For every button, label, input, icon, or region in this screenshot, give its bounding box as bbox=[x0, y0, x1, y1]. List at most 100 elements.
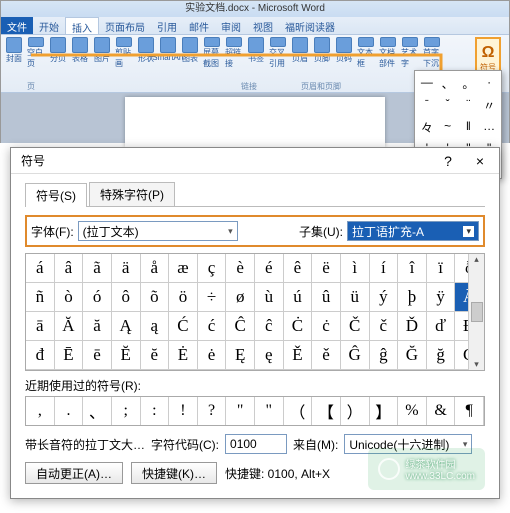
btn-picture[interactable]: 图片 bbox=[93, 37, 111, 69]
btn-clipart[interactable]: 剪贴画 bbox=[115, 37, 133, 69]
tab-insert[interactable]: 插入 bbox=[65, 17, 99, 34]
btn-pagenum[interactable]: 页码 bbox=[335, 37, 353, 69]
char-cell[interactable]: ï bbox=[427, 254, 456, 283]
char-cell[interactable]: č bbox=[370, 312, 399, 341]
char-cell[interactable]: ë bbox=[312, 254, 341, 283]
tab-mailings[interactable]: 邮件 bbox=[183, 17, 215, 34]
tab-symbols[interactable]: 符号(S) bbox=[25, 183, 87, 207]
recent-cell[interactable]: ¶ bbox=[455, 397, 484, 425]
recent-cell[interactable]: ） bbox=[341, 397, 370, 425]
btn-chart[interactable]: 图表 bbox=[181, 37, 199, 69]
char-cell[interactable]: ö bbox=[169, 283, 198, 312]
char-cell[interactable]: û bbox=[312, 283, 341, 312]
char-cell[interactable]: ě bbox=[312, 341, 341, 370]
tab-layout[interactable]: 页面布局 bbox=[99, 17, 151, 34]
recent-cell[interactable]: （ bbox=[284, 397, 313, 425]
tab-addin[interactable]: 福昕阅读器 bbox=[279, 17, 341, 34]
btn-crossref[interactable]: 交叉引用 bbox=[269, 37, 287, 69]
char-cell[interactable]: Ċ bbox=[284, 312, 313, 341]
font-dropdown[interactable]: (拉丁文本) ▾ bbox=[78, 221, 238, 241]
gallery-item[interactable]: 々 bbox=[417, 117, 437, 138]
char-cell[interactable]: Ğ bbox=[398, 341, 427, 370]
char-cell[interactable]: í bbox=[370, 254, 399, 283]
btn-smartart[interactable]: SmartArt bbox=[159, 37, 177, 69]
char-cell[interactable]: ā bbox=[26, 312, 55, 341]
char-cell[interactable]: î bbox=[398, 254, 427, 283]
tab-file[interactable]: 文件 bbox=[1, 17, 33, 34]
btn-quickparts[interactable]: 文档部件 bbox=[379, 37, 397, 69]
recent-cell[interactable]: " bbox=[255, 397, 284, 425]
char-cell[interactable]: ă bbox=[83, 312, 112, 341]
btn-dropcap[interactable]: 首字下沉 bbox=[423, 37, 441, 69]
char-cell[interactable]: ą bbox=[141, 312, 170, 341]
gallery-item[interactable]: — bbox=[417, 73, 437, 94]
char-cell[interactable]: Ă bbox=[55, 312, 84, 341]
char-cell[interactable]: ê bbox=[284, 254, 313, 283]
char-cell[interactable]: á bbox=[26, 254, 55, 283]
recent-cell[interactable]: . bbox=[55, 397, 84, 425]
char-cell[interactable]: þ bbox=[398, 283, 427, 312]
btn-header[interactable]: 页眉 bbox=[291, 37, 309, 69]
char-cell[interactable]: ÷ bbox=[198, 283, 227, 312]
gallery-item[interactable]: · bbox=[479, 73, 499, 94]
char-cell[interactable]: đ bbox=[26, 341, 55, 370]
gallery-item[interactable]: ‖ bbox=[459, 117, 479, 138]
char-cell[interactable]: ã bbox=[83, 254, 112, 283]
char-cell[interactable]: Ć bbox=[169, 312, 198, 341]
char-cell[interactable]: Ĕ bbox=[112, 341, 141, 370]
recent-cell[interactable]: , bbox=[26, 397, 55, 425]
btn-blank-page[interactable]: 空白页 bbox=[27, 37, 45, 69]
char-cell[interactable]: â bbox=[55, 254, 84, 283]
char-cell[interactable]: ò bbox=[55, 283, 84, 312]
subset-dropdown[interactable]: 拉丁语扩充-A ▾ bbox=[347, 221, 479, 241]
btn-hyperlink[interactable]: 超链接 bbox=[225, 37, 243, 69]
gallery-item[interactable]: ¨ bbox=[459, 95, 479, 116]
btn-page-break[interactable]: 分页 bbox=[49, 37, 67, 69]
char-cell[interactable]: ĉ bbox=[255, 312, 284, 341]
gallery-item[interactable]: … bbox=[479, 117, 499, 138]
char-code-input[interactable]: 0100 bbox=[225, 434, 287, 454]
recent-cell[interactable]: 【 bbox=[312, 397, 341, 425]
char-cell[interactable]: ç bbox=[198, 254, 227, 283]
char-cell[interactable]: Ĉ bbox=[226, 312, 255, 341]
char-cell[interactable]: Ę bbox=[226, 341, 255, 370]
recent-cell[interactable]: ; bbox=[112, 397, 141, 425]
char-cell[interactable]: ċ bbox=[312, 312, 341, 341]
scrollbar[interactable]: ▴ ▾ bbox=[468, 254, 484, 370]
btn-bookmark[interactable]: 书签 bbox=[247, 37, 265, 69]
char-cell[interactable]: è bbox=[226, 254, 255, 283]
tab-special-chars[interactable]: 特殊字符(P) bbox=[89, 182, 175, 206]
tab-references[interactable]: 引用 bbox=[151, 17, 183, 34]
char-cell[interactable]: ý bbox=[370, 283, 399, 312]
gallery-item[interactable]: 。 bbox=[459, 73, 479, 94]
shortcut-key-button[interactable]: 快捷键(K)… bbox=[131, 462, 217, 484]
char-cell[interactable]: Ē bbox=[55, 341, 84, 370]
char-cell[interactable]: å bbox=[141, 254, 170, 283]
char-cell[interactable]: ÿ bbox=[427, 283, 456, 312]
btn-footer[interactable]: 页脚 bbox=[313, 37, 331, 69]
tab-review[interactable]: 审阅 bbox=[215, 17, 247, 34]
char-cell[interactable]: ì bbox=[341, 254, 370, 283]
char-cell[interactable]: õ bbox=[141, 283, 170, 312]
char-cell[interactable]: Ĝ bbox=[341, 341, 370, 370]
char-cell[interactable]: ď bbox=[427, 312, 456, 341]
char-cell[interactable]: ø bbox=[226, 283, 255, 312]
char-cell[interactable]: ñ bbox=[26, 283, 55, 312]
char-cell[interactable]: ô bbox=[112, 283, 141, 312]
autocorrect-button[interactable]: 自动更正(A)… bbox=[25, 462, 123, 484]
char-cell[interactable]: Č bbox=[341, 312, 370, 341]
char-cell[interactable]: ù bbox=[255, 283, 284, 312]
char-cell[interactable]: Ď bbox=[398, 312, 427, 341]
char-cell[interactable]: ğ bbox=[427, 341, 456, 370]
document-page[interactable] bbox=[125, 97, 385, 147]
char-cell[interactable]: Ą bbox=[112, 312, 141, 341]
recent-cell[interactable]: 、 bbox=[83, 397, 112, 425]
tab-home[interactable]: 开始 bbox=[33, 17, 65, 34]
btn-wordart[interactable]: 艺术字 bbox=[401, 37, 419, 69]
recent-cell[interactable]: % bbox=[398, 397, 427, 425]
gallery-item[interactable]: 、 bbox=[438, 73, 458, 94]
scroll-thumb[interactable] bbox=[471, 302, 483, 322]
scroll-down-icon[interactable]: ▾ bbox=[474, 359, 479, 370]
close-button[interactable]: × bbox=[467, 153, 493, 169]
btn-table[interactable]: 表格 bbox=[71, 37, 89, 69]
